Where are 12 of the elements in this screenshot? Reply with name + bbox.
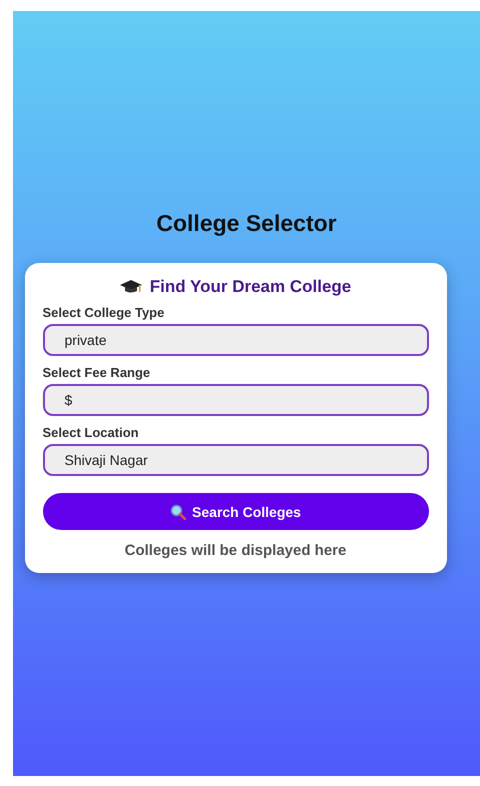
select-field[interactable]: private [42,324,428,356]
field-label: Select College Type [42,305,166,320]
page-title: College Selector [156,209,337,237]
field-label: Select Location [42,425,140,440]
results-message: Colleges will be displayed here [124,542,348,559]
magnifier-icon [170,504,186,520]
card-heading: Find Your Dream College [150,277,352,297]
select-field[interactable]: $ [42,384,428,416]
graduation-cap-icon [120,280,142,294]
field-label: Select Fee Range [42,365,152,380]
search-button[interactable]: Search Colleges [42,493,428,530]
select-field[interactable]: Shivaji Nagar [42,444,428,476]
